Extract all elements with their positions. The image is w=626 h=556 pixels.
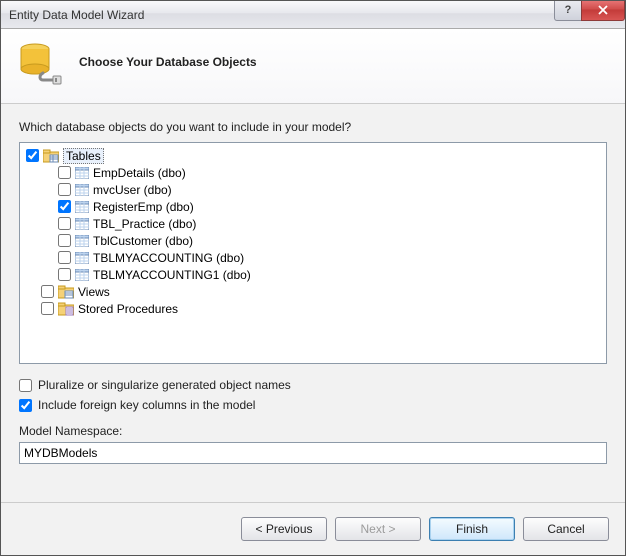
window-title: Entity Data Model Wizard bbox=[9, 8, 555, 22]
option-foreignkeys[interactable]: Include foreign key columns in the model bbox=[19, 398, 607, 412]
table-row[interactable]: TBLMYACCOUNTING (dbo) bbox=[58, 249, 600, 266]
close-button[interactable] bbox=[581, 1, 625, 21]
foreignkeys-label: Include foreign key columns in the model bbox=[38, 398, 255, 412]
table-row[interactable]: TBL_Practice (dbo) bbox=[58, 215, 600, 232]
tables-checkbox[interactable] bbox=[26, 149, 39, 162]
table-icon bbox=[75, 269, 89, 281]
table-checkbox[interactable] bbox=[58, 268, 71, 281]
tree-node-sprocs[interactable]: Stored Procedures bbox=[41, 300, 600, 317]
table-row[interactable]: mvcUser (dbo) bbox=[58, 181, 600, 198]
page-heading: Choose Your Database Objects bbox=[79, 55, 257, 69]
content: Choose Your Database Objects Which datab… bbox=[1, 29, 625, 555]
table-row[interactable]: TblCustomer (dbo) bbox=[58, 232, 600, 249]
body: Which database objects do you want to in… bbox=[1, 104, 625, 502]
table-row[interactable]: TBLMYACCOUNTING1 (dbo) bbox=[58, 266, 600, 283]
table-icon bbox=[75, 218, 89, 230]
help-icon: ? bbox=[565, 4, 572, 16]
titlebar: Entity Data Model Wizard ? bbox=[1, 1, 625, 29]
table-label: mvcUser (dbo) bbox=[93, 183, 172, 197]
views-checkbox[interactable] bbox=[41, 285, 54, 298]
table-checkbox[interactable] bbox=[58, 217, 71, 230]
tree-node-views[interactable]: Views bbox=[41, 283, 600, 300]
pluralize-checkbox[interactable] bbox=[19, 379, 32, 392]
table-label: TBLMYACCOUNTING (dbo) bbox=[93, 251, 244, 265]
table-row[interactable]: RegisterEmp (dbo) bbox=[58, 198, 600, 215]
table-checkbox[interactable] bbox=[58, 166, 71, 179]
finish-button[interactable]: Finish bbox=[429, 517, 515, 541]
foreignkeys-checkbox[interactable] bbox=[19, 399, 32, 412]
tree-node-tables[interactable]: Tables bbox=[26, 147, 600, 164]
table-label: RegisterEmp (dbo) bbox=[93, 200, 194, 214]
option-pluralize[interactable]: Pluralize or singularize generated objec… bbox=[19, 378, 607, 392]
namespace-input[interactable] bbox=[19, 442, 607, 464]
cancel-button[interactable]: Cancel bbox=[523, 517, 609, 541]
table-label: TBL_Practice (dbo) bbox=[93, 217, 196, 231]
close-icon bbox=[597, 5, 609, 15]
options: Pluralize or singularize generated objec… bbox=[19, 378, 607, 412]
table-label: TblCustomer (dbo) bbox=[93, 234, 193, 248]
footer: < Previous Next > Finish Cancel bbox=[1, 502, 625, 555]
table-icon bbox=[75, 167, 89, 179]
database-icon bbox=[17, 39, 63, 85]
table-row[interactable]: EmpDetails (dbo) bbox=[58, 164, 600, 181]
window-controls: ? bbox=[555, 1, 625, 21]
table-icon bbox=[75, 184, 89, 196]
folder-sprocs-icon bbox=[58, 302, 74, 316]
table-icon bbox=[75, 201, 89, 213]
folder-tables-icon bbox=[43, 149, 59, 163]
views-label: Views bbox=[78, 285, 110, 299]
folder-views-icon bbox=[58, 285, 74, 299]
tables-label: Tables bbox=[63, 148, 104, 164]
next-button[interactable]: Next > bbox=[335, 517, 421, 541]
pluralize-label: Pluralize or singularize generated objec… bbox=[38, 378, 291, 392]
table-checkbox[interactable] bbox=[58, 251, 71, 264]
table-icon bbox=[75, 235, 89, 247]
table-checkbox[interactable] bbox=[58, 183, 71, 196]
header: Choose Your Database Objects bbox=[1, 29, 625, 104]
wizard-window: Entity Data Model Wizard ? Choose Your D… bbox=[0, 0, 626, 556]
table-label: EmpDetails (dbo) bbox=[93, 166, 186, 180]
namespace-label: Model Namespace: bbox=[19, 424, 607, 438]
previous-button[interactable]: < Previous bbox=[241, 517, 327, 541]
help-button[interactable]: ? bbox=[554, 1, 582, 21]
prompt-text: Which database objects do you want to in… bbox=[19, 120, 607, 134]
sprocs-checkbox[interactable] bbox=[41, 302, 54, 315]
table-icon bbox=[75, 252, 89, 264]
tables-children: EmpDetails (dbo) mvcUser (dbo) RegisterE… bbox=[58, 164, 600, 283]
sprocs-label: Stored Procedures bbox=[78, 302, 178, 316]
table-checkbox[interactable] bbox=[58, 200, 71, 213]
table-checkbox[interactable] bbox=[58, 234, 71, 247]
objects-tree[interactable]: Tables EmpDetails (dbo) mvcUser (dbo) bbox=[19, 142, 607, 364]
table-label: TBLMYACCOUNTING1 (dbo) bbox=[93, 268, 251, 282]
